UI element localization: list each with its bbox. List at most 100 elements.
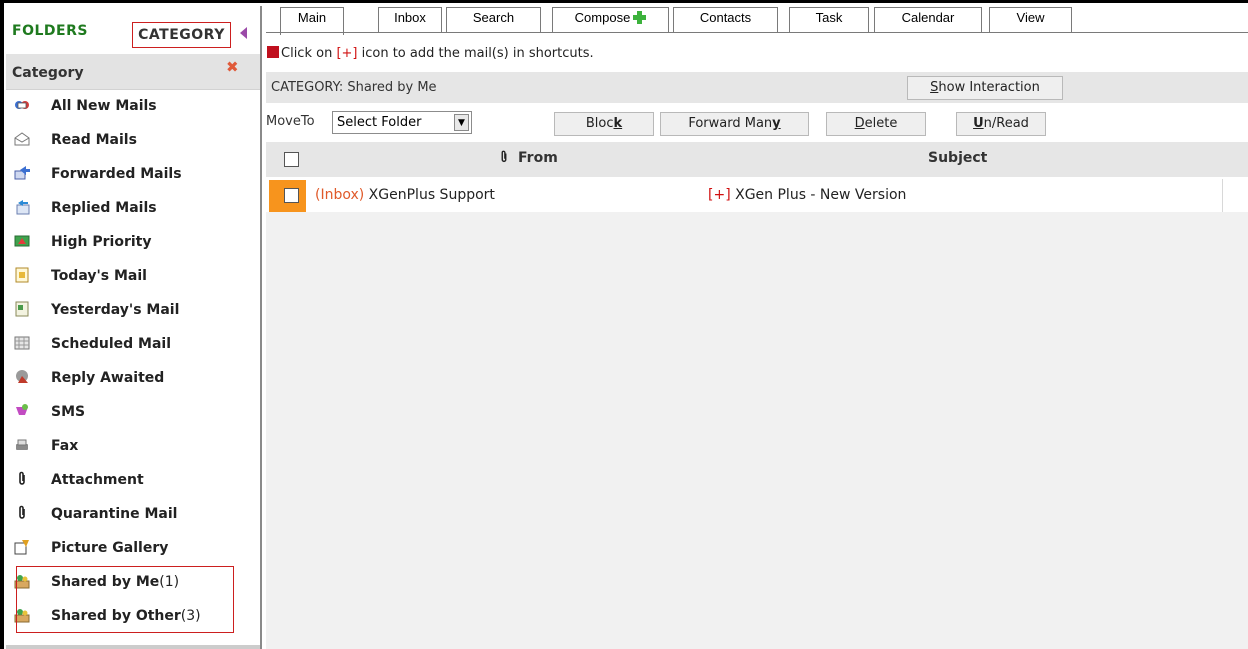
sidebar-item-sms[interactable]: SMS: [6, 396, 260, 430]
sidebar: FOLDERS CATEGORY Category ✖ All New Mail…: [6, 6, 262, 649]
sidebar-item-replied-mails[interactable]: Replied Mails: [6, 192, 260, 226]
tab-calendar[interactable]: Calendar: [874, 7, 982, 33]
shared-by-other-count: (3): [180, 608, 201, 624]
sidebar-item-label: Attachment: [51, 472, 144, 488]
sidebar-item-label: Scheduled Mail: [51, 336, 171, 352]
tab-label: Contacts: [699, 10, 752, 25]
hotkey-letter: y: [772, 116, 781, 131]
collapse-arrow-icon[interactable]: [240, 27, 247, 39]
chevron-down-icon[interactable]: ▼: [454, 114, 469, 131]
tab-label: View: [1016, 10, 1045, 25]
select-all-checkbox[interactable]: [284, 152, 299, 167]
sidebar-item-label: Reply Awaited: [51, 370, 165, 386]
replied-mails-icon: [16, 200, 30, 215]
paperclip-icon: [19, 505, 25, 519]
sidebar-item-forwarded-mails[interactable]: Forwarded Mails: [6, 158, 260, 192]
move-folder-select[interactable]: Select Folder ▼: [332, 111, 472, 134]
row-sender: XGenPlus Support: [364, 187, 495, 203]
tab-label: Compose: [574, 10, 631, 25]
column-subject[interactable]: Subject: [928, 150, 987, 166]
sidebar-item-attachment[interactable]: Attachment: [6, 464, 260, 498]
tab-view[interactable]: View: [989, 7, 1072, 33]
block-button[interactable]: Block: [554, 112, 654, 136]
sidebar-item-read-mails[interactable]: Read Mails: [6, 124, 260, 158]
sidebar-item-all-new-mails[interactable]: All New Mails: [6, 90, 260, 124]
tab-task[interactable]: Task: [789, 7, 869, 33]
select-value: Select Folder: [337, 115, 422, 130]
scheduled-mail-icon: [14, 336, 30, 350]
row-checkbox[interactable]: [284, 188, 299, 203]
tab-label: Inbox: [394, 10, 426, 25]
tab-search[interactable]: Search: [446, 7, 541, 33]
reply-awaited-icon: [16, 370, 28, 383]
forward-many-button[interactable]: Forward Many: [660, 112, 809, 136]
new-mails-icon: [15, 101, 29, 109]
moveto-label: MoveTo: [266, 114, 315, 129]
paperclip-icon: [501, 150, 507, 162]
column-separator: [1222, 179, 1223, 212]
tab-category[interactable]: CATEGORY: [132, 22, 231, 48]
row-subject: [+] XGen Plus - New Version: [708, 187, 906, 203]
tab-main[interactable]: Main: [280, 7, 344, 35]
hotkey-letter: D: [854, 116, 865, 131]
tab-contacts[interactable]: Contacts: [673, 7, 778, 33]
tab-label: Task: [815, 10, 843, 25]
action-bar: MoveTo Select Folder ▼ Block Forward Man…: [266, 108, 1248, 138]
tab-compose[interactable]: Compose: [552, 7, 669, 33]
category-bar: CATEGORY: Shared by Me Show Interaction: [266, 72, 1248, 103]
button-label: how Interaction: [938, 80, 1040, 95]
sidebar-header: FOLDERS CATEGORY: [6, 6, 260, 54]
paperclip-icon: [19, 471, 25, 485]
sidebar-item-label: High Priority: [51, 234, 152, 250]
sidebar-item-scheduled-mail[interactable]: Scheduled Mail: [6, 328, 260, 362]
button-label: n/Read: [983, 116, 1029, 131]
tab-inbox[interactable]: Inbox: [378, 7, 442, 33]
hotkey-letter: U: [973, 116, 984, 131]
sidebar-item-label: SMS: [51, 404, 86, 420]
window-frame-top: [0, 0, 1248, 3]
tab-divider: [266, 32, 1248, 33]
category-section-title: Category: [12, 65, 84, 81]
delete-button[interactable]: Delete: [826, 112, 926, 136]
sidebar-item-quarantine-mail[interactable]: Quarantine Mail: [6, 498, 260, 532]
table-row[interactable]: (Inbox) XGenPlus Support [+] XGen Plus -…: [266, 179, 1248, 213]
add-shortcut-marker: [+]: [336, 46, 358, 61]
sidebar-item-label: Forwarded Mails: [51, 166, 182, 182]
sidebar-item-picture-gallery[interactable]: Picture Gallery: [6, 532, 260, 566]
todays-mail-icon: [15, 267, 29, 283]
tab-folders[interactable]: FOLDERS: [12, 23, 88, 39]
sidebar-item-shared-by-me[interactable]: Shared by Me(1): [6, 566, 260, 600]
sidebar-item-high-priority[interactable]: High Priority: [6, 226, 260, 260]
column-from-label: From: [518, 150, 558, 166]
category-title: CATEGORY: Shared by Me: [271, 80, 437, 95]
sidebar-item-fax[interactable]: Fax: [6, 430, 260, 464]
sidebar-item-label: Read Mails: [51, 132, 137, 148]
fax-icon: [16, 439, 28, 450]
high-priority-icon: [14, 235, 30, 247]
sidebar-item-label: Shared by Other: [51, 608, 181, 624]
tab-label: Calendar: [901, 10, 955, 25]
close-icon[interactable]: ✖: [226, 58, 239, 76]
button-label: Forward Man: [688, 116, 773, 131]
sidebar-item-shared-by-other[interactable]: Shared by Other(3): [6, 600, 260, 634]
sidebar-item-yesterdays-mail[interactable]: Yesterday's Mail: [6, 294, 260, 328]
unread-toggle-button[interactable]: Un/Read: [956, 112, 1046, 136]
button-label: elete: [864, 116, 898, 131]
row-subject-text: XGen Plus - New Version: [730, 187, 907, 203]
window-frame-left: [0, 0, 4, 649]
sidebar-item-todays-mail[interactable]: Today's Mail: [6, 260, 260, 294]
sidebar-item-label: Picture Gallery: [51, 540, 169, 556]
category-section-header: Category ✖: [6, 54, 260, 90]
sidebar-item-label: All New Mails: [51, 98, 157, 114]
show-interaction-button[interactable]: Show Interaction: [907, 76, 1063, 100]
yesterdays-mail-icon: [15, 301, 29, 317]
column-from[interactable]: From: [498, 150, 558, 166]
read-mails-icon: [14, 132, 30, 146]
picture-gallery-icon: [14, 540, 29, 555]
sidebar-item-label: Quarantine Mail: [51, 506, 178, 522]
sidebar-item-label: Yesterday's Mail: [51, 302, 180, 318]
sidebar-item-label: Fax: [51, 438, 79, 454]
mail-list-empty-area: [266, 212, 1248, 649]
add-shortcut-marker[interactable]: [+]: [708, 187, 731, 203]
sidebar-item-reply-awaited[interactable]: Reply Awaited: [6, 362, 260, 396]
